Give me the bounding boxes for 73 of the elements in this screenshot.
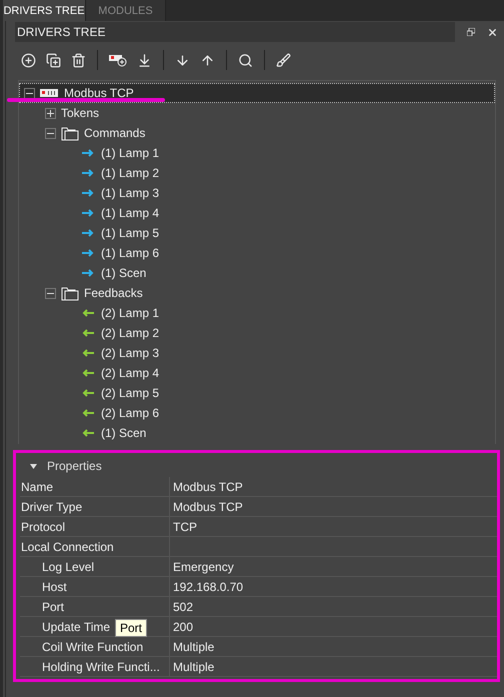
arrow-right-icon	[82, 149, 94, 157]
arrow-left-icon	[82, 349, 94, 357]
property-value[interactable]: Emergency	[170, 557, 497, 576]
panel-title: DRIVERS TREE	[15, 22, 455, 42]
property-name: Host	[20, 577, 170, 596]
search-icon[interactable]	[238, 52, 253, 68]
property-name: Coil Write Function	[20, 637, 170, 656]
property-value[interactable]: 200	[170, 617, 497, 636]
arrow-left-icon	[82, 369, 94, 377]
arrow-left-icon	[82, 389, 94, 397]
property-value[interactable]: Modbus TCP	[170, 477, 497, 496]
arrow-left-icon	[82, 309, 94, 317]
property-name: Driver Type	[20, 497, 170, 516]
tree-item[interactable]: Tokens	[19, 103, 495, 123]
tree-item[interactable]: (1) Lamp 2	[19, 163, 495, 183]
tree-item[interactable]: (1) Lamp 4	[19, 203, 495, 223]
property-name: Protocol	[20, 517, 170, 536]
tree-item[interactable]: (1) Lamp 1	[19, 143, 495, 163]
property-name: Port	[20, 597, 170, 616]
trash-icon[interactable]	[71, 52, 86, 68]
tab[interactable]: MODULES	[86, 0, 166, 21]
collapse-icon[interactable]	[30, 464, 37, 468]
tree-item[interactable]: Modbus TCP	[19, 83, 495, 103]
arrow-right-icon	[82, 209, 94, 217]
arrow-down-icon[interactable]	[175, 52, 190, 68]
tree-item[interactable]: (1) Lamp 6	[19, 243, 495, 263]
tree-item[interactable]: (2) Lamp 3	[19, 343, 495, 363]
property-name: Name	[20, 477, 170, 496]
property-name: Log Level	[20, 557, 170, 576]
property-name: Holding Write Functi...	[20, 657, 170, 676]
tree-item[interactable]: (1) Lamp 3	[19, 183, 495, 203]
tree-item[interactable]: (1) Scen	[19, 263, 495, 283]
tree-item[interactable]: (2) Lamp 6	[19, 403, 495, 423]
property-value[interactable]: 502	[170, 597, 497, 616]
download-icon[interactable]	[137, 52, 152, 68]
restore-icon[interactable]	[467, 28, 475, 36]
property-value[interactable]: 192.168.0.70	[170, 577, 497, 596]
expander-toggle[interactable]	[45, 288, 56, 298]
property-name: Update Time Port	[20, 617, 170, 636]
property-value[interactable]: Multiple	[170, 657, 497, 676]
close-icon[interactable]	[487, 26, 498, 38]
expander-toggle[interactable]	[45, 108, 56, 118]
tree-item[interactable]: (2) Lamp 1	[19, 303, 495, 323]
folder-icon	[61, 286, 79, 300]
tree-item[interactable]: Feedbacks	[19, 283, 495, 303]
property-value[interactable]: Modbus TCP	[170, 497, 497, 516]
device-icon	[40, 89, 58, 97]
section-title: Properties	[47, 459, 102, 473]
tab[interactable]: DRIVERS TREE	[3, 0, 86, 21]
duplicate-icon[interactable]	[46, 52, 61, 68]
tree-item[interactable]: Commands	[19, 123, 495, 143]
expander-toggle[interactable]	[45, 128, 56, 138]
arrow-left-icon	[82, 329, 94, 337]
property-value[interactable]: TCP	[170, 517, 497, 536]
tree-item[interactable]: (1) Lamp 5	[19, 223, 495, 243]
arrow-left-icon	[82, 409, 94, 417]
add-icon[interactable]	[21, 52, 36, 68]
add-device-icon[interactable]	[109, 53, 127, 67]
folder-icon	[61, 126, 79, 140]
brush-icon[interactable]	[276, 52, 291, 68]
property-name: Local Connection	[20, 537, 170, 556]
tree-item[interactable]: (1) Scen	[19, 423, 495, 443]
arrow-right-icon	[82, 229, 94, 237]
tree-item[interactable]: (2) Lamp 2	[19, 323, 495, 343]
arrow-right-icon	[82, 189, 94, 197]
tree-item[interactable]: (2) Lamp 5	[19, 383, 495, 403]
arrow-right-icon	[82, 249, 94, 257]
arrow-right-icon	[82, 269, 94, 277]
property-value[interactable]: Multiple	[170, 637, 497, 656]
arrow-right-icon	[82, 169, 94, 177]
tree-item[interactable]: (2) Lamp 4	[19, 363, 495, 383]
arrow-left-icon	[82, 429, 94, 437]
tooltip: Port	[115, 619, 148, 637]
